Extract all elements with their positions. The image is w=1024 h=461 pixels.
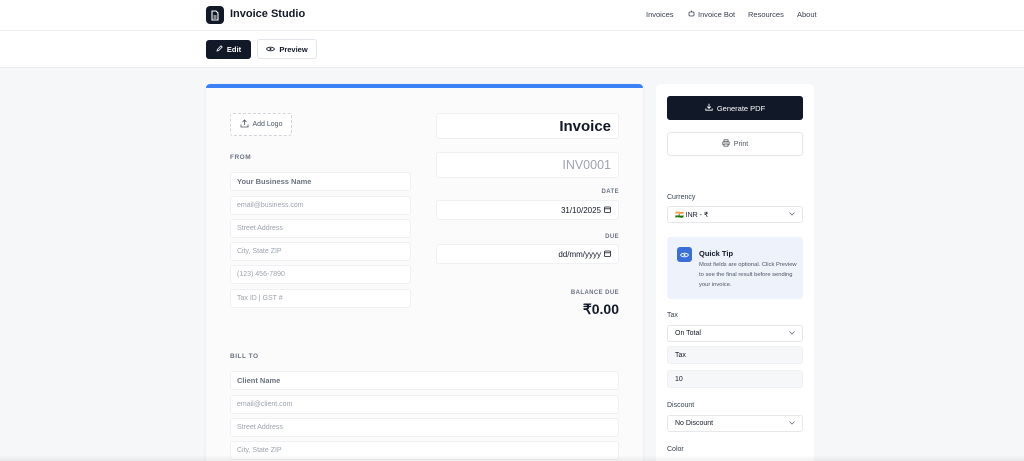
chevron-down-icon bbox=[789, 211, 795, 218]
pencil-icon bbox=[216, 45, 223, 54]
tax-mode-value: On Total bbox=[675, 330, 701, 337]
client-street-input[interactable]: Street Address bbox=[230, 418, 619, 437]
invoice-title-input[interactable]: Invoice bbox=[436, 113, 619, 139]
generate-pdf-button[interactable]: Generate PDF bbox=[667, 96, 803, 120]
due-date-input[interactable]: dd/mm/yyyy bbox=[436, 244, 619, 264]
date-input[interactable]: 31/10/2025 bbox=[436, 200, 619, 220]
preview-button-label: Preview bbox=[279, 44, 308, 54]
client-name-input[interactable]: Client Name bbox=[230, 371, 619, 390]
date-value: 31/10/2025 bbox=[560, 205, 601, 215]
chevron-down-icon bbox=[789, 420, 795, 427]
app-brand[interactable]: Invoice Studio bbox=[230, 8, 305, 20]
printer-icon bbox=[722, 139, 730, 149]
nav-link-invoice-bot[interactable]: Invoice Bot bbox=[688, 10, 735, 19]
business-phone-input[interactable]: (123) 456-7890 bbox=[230, 265, 411, 284]
nav-link-about[interactable]: About bbox=[797, 10, 817, 19]
download-icon bbox=[705, 103, 713, 113]
add-logo-button[interactable]: Add Logo bbox=[230, 113, 292, 136]
balance-due-label: BALANCE DUE bbox=[570, 290, 619, 296]
settings-sidebar: Generate PDF Print Currency 🇮🇳 INR - ₹ Q… bbox=[656, 84, 814, 461]
document-icon[interactable] bbox=[206, 6, 224, 24]
invoice-number-input[interactable]: INV0001 bbox=[436, 152, 619, 178]
client-email-input[interactable]: email@client.com bbox=[230, 395, 619, 414]
quick-tip-panel: Quick Tip Most fields are optional. Clic… bbox=[667, 237, 803, 299]
business-street-input[interactable]: Street Address bbox=[230, 219, 411, 238]
tax-value-input[interactable]: 10 bbox=[667, 370, 803, 388]
tax-label: Tax bbox=[667, 312, 678, 319]
print-label: Print bbox=[733, 140, 749, 148]
eye-icon bbox=[677, 247, 692, 262]
eye-icon bbox=[266, 45, 276, 54]
bottom-shadow bbox=[0, 455, 1024, 461]
discount-select[interactable]: No Discount bbox=[667, 415, 803, 432]
business-name-input[interactable]: Your Business Name bbox=[230, 172, 411, 191]
currency-label: Currency bbox=[667, 194, 696, 201]
card-accent-bar bbox=[206, 84, 643, 88]
color-label: Color bbox=[667, 446, 684, 453]
calendar-icon bbox=[604, 206, 611, 215]
discount-label: Discount bbox=[667, 402, 695, 409]
nav-link-resources[interactable]: Resources bbox=[748, 10, 784, 19]
bill-to-section-label: BILL TO bbox=[230, 353, 259, 360]
from-section-label: FROM bbox=[230, 154, 252, 161]
generate-pdf-label: Generate PDF bbox=[716, 103, 766, 113]
due-date-placeholder: dd/mm/yyyy bbox=[558, 249, 601, 259]
due-label: DUE bbox=[605, 234, 619, 240]
tax-mode-select[interactable]: On Total bbox=[667, 325, 803, 342]
preview-button[interactable]: Preview bbox=[257, 39, 317, 59]
quick-tip-body: Most fields are optional. Click Preview … bbox=[699, 262, 797, 288]
nav-link-invoices[interactable]: Invoices bbox=[646, 10, 674, 19]
mode-toolbar: Edit Preview bbox=[0, 31, 1024, 68]
calendar-icon bbox=[604, 250, 611, 259]
upload-icon bbox=[240, 119, 249, 130]
edit-button[interactable]: Edit bbox=[206, 40, 251, 59]
date-label: DATE bbox=[601, 189, 619, 195]
bot-icon bbox=[688, 10, 695, 19]
tax-name-input[interactable]: Tax bbox=[667, 346, 803, 364]
nav-link-invoice-bot-label: Invoice Bot bbox=[698, 10, 736, 19]
quick-tip-title: Quick Tip bbox=[699, 249, 734, 258]
edit-button-label: Edit bbox=[226, 45, 242, 54]
print-button[interactable]: Print bbox=[667, 132, 803, 156]
discount-value: No Discount bbox=[675, 420, 714, 427]
add-logo-label: Add Logo bbox=[252, 121, 283, 128]
top-nav: Invoice Studio Invoices Invoice Bot Reso… bbox=[0, 0, 1024, 31]
balance-due-value: ₹0.00 bbox=[582, 301, 619, 317]
business-city-input[interactable]: City, State ZIP bbox=[230, 242, 411, 261]
invoice-editor-card: Add Logo FROM Your Business Name email@b… bbox=[206, 84, 643, 461]
business-email-input[interactable]: email@business.com bbox=[230, 196, 411, 215]
currency-value: 🇮🇳 INR - ₹ bbox=[675, 211, 709, 219]
business-tax-id-input[interactable]: Tax ID | GST # bbox=[230, 289, 411, 308]
chevron-down-icon bbox=[789, 330, 795, 337]
currency-select[interactable]: 🇮🇳 INR - ₹ bbox=[667, 206, 803, 223]
